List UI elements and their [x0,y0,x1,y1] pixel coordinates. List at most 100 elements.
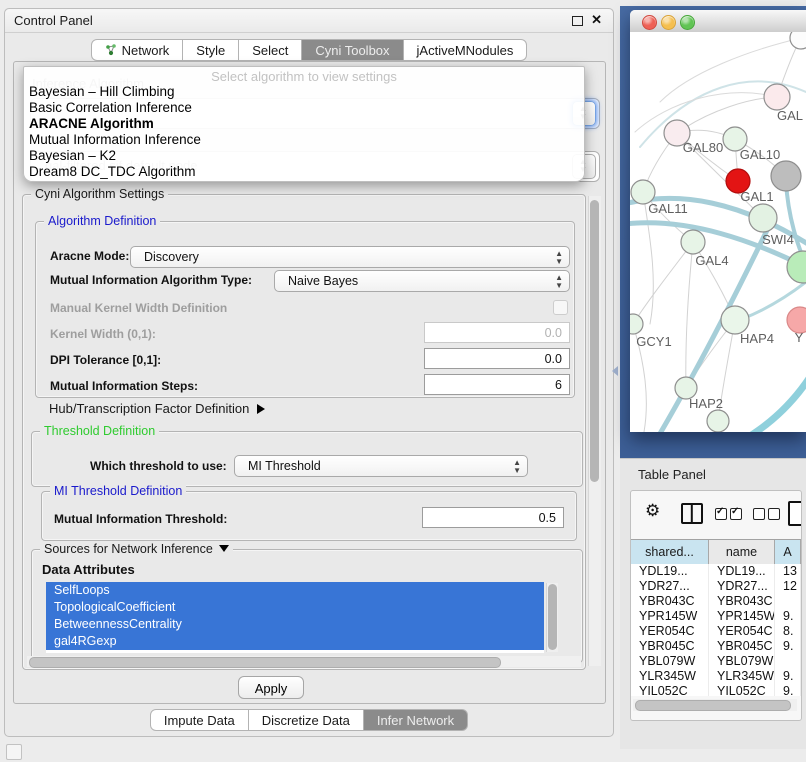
dpi-tolerance-input[interactable] [424,348,570,369]
table-cell: 9. [775,684,801,696]
split-panel-icon[interactable] [681,503,703,524]
network-node[interactable] [749,204,777,232]
network-node[interactable] [681,230,705,254]
mi-threshold-input[interactable] [422,507,564,528]
settings-hscrollbar[interactable] [27,656,581,667]
table-cell: YPR145W [631,609,709,624]
algorithm-option-dream8-dc-tdc-algorithm[interactable]: Dream8 DC_TDC Algorithm [24,164,584,180]
tab-cyni-toolbox[interactable]: Cyni Toolbox [302,39,403,61]
attributes-vscrollbar-thumb[interactable] [548,584,557,650]
tab-jactivemnodules[interactable]: jActiveMNodules [404,39,528,61]
algorithm-option-basic-correlation-inference[interactable]: Basic Correlation Inference [24,100,584,116]
attributes-vscrollbar[interactable] [546,583,558,652]
table-row[interactable]: YBR045CYBR045C9. [631,639,801,654]
network-node[interactable] [787,251,806,283]
select-all-columns-icon[interactable] [715,508,745,523]
tab-infer-network[interactable]: Infer Network [364,709,468,731]
table-hscrollbar-thumb[interactable] [635,700,791,711]
kernel-width-label: Kernel Width (0,1): [50,327,156,341]
network-edge[interactable] [635,93,777,132]
apply-button[interactable]: Apply [238,676,304,699]
hub-definition-toggle[interactable]: Hub/Transcription Factor Definition [49,401,265,416]
sources-title: Sources for Network Inference [40,542,233,556]
tab-network[interactable]: Network [91,39,184,61]
aracne-mode-select[interactable]: Discovery ▲▼ [130,246,570,268]
table-header[interactable]: shared...nameA [631,539,801,565]
network-node[interactable] [771,161,801,191]
node-label-gcy1: GCY1 [636,334,671,349]
mi-algorithm-type-select[interactable]: Naive Bayes ▲▼ [274,270,570,292]
table-row[interactable]: YDL19...YDL19...13 [631,564,801,579]
stepper-arrows-icon: ▲▼ [555,274,563,290]
table-row[interactable]: YPR145WYPR145W9. [631,609,801,624]
network-edge[interactable] [686,242,693,388]
table-cell: YER054C [709,624,775,639]
attribute-item-gal4rgexp[interactable]: gal4RGexp [46,633,544,650]
column-header-a[interactable]: A [775,540,801,564]
table-hscrollbar[interactable] [633,699,797,711]
attribute-item-betweennesscentrality[interactable]: BetweennessCentrality [46,616,544,633]
table-cell: YIL052C [709,684,775,696]
threshold-definition-group: Threshold Definition Which threshold to … [31,431,583,487]
mi-steps-input[interactable] [424,374,570,395]
settings-hscrollbar-thumb[interactable] [29,657,501,668]
settings-vscrollbar-thumb[interactable] [590,200,599,482]
which-threshold-select[interactable]: MI Threshold ▲▼ [234,455,528,477]
column-header-name[interactable]: name [709,540,775,564]
algorithm-option-aracne-algorithm[interactable]: ARACNE Algorithm [24,116,584,132]
table-row[interactable]: YLR345WYLR345W9. [631,669,801,684]
table-row[interactable]: YBR043CYBR043C [631,594,801,609]
table-panel-body: ⚙ shared...nameA YDL19...YDL19...13YDR27… [630,490,802,721]
table-row[interactable]: YBL079WYBL079W [631,654,801,669]
node-label-hap2: HAP2 [689,396,723,411]
network-node[interactable] [707,410,729,432]
network-node[interactable] [721,306,749,334]
minimize-button[interactable] [661,15,676,30]
float-window-icon[interactable] [572,16,583,26]
tab-discretize-data[interactable]: Discretize Data [249,709,364,731]
tab-label: Style [196,43,225,58]
table-cell: YBL079W [709,654,775,669]
data-attributes-list[interactable]: SelfLoopsTopologicalCoefficientBetweenne… [46,582,544,653]
table-row[interactable]: YER054CYER054C8. [631,624,801,639]
tab-select[interactable]: Select [239,39,302,61]
algorithm-option-bayesian-hill-climbing[interactable]: Bayesian – Hill Climbing [24,84,584,100]
tab-style[interactable]: Style [183,39,239,61]
minimized-window-icon[interactable] [6,744,22,760]
settings-gear-icon[interactable]: ⚙ [645,501,660,521]
manual-kernel-checkbox[interactable] [553,300,568,315]
table-rows[interactable]: YDL19...YDL19...13YDR27...YDR27...12YBR0… [631,564,801,696]
tab-impute-data[interactable]: Impute Data [150,709,249,731]
aracne-mode-value: Discovery [144,250,199,264]
kernel-width-input[interactable] [424,322,570,343]
network-window-titlebar[interactable] [630,10,806,33]
panel-title: Control Panel [14,13,93,28]
close-icon[interactable]: ✕ [591,12,602,28]
table-row[interactable]: YDR27...YDR27...12 [631,579,801,594]
network-node[interactable] [764,84,790,110]
node-label-y: Y [795,330,804,345]
node-label-gal10: GAL10 [740,147,780,162]
network-node[interactable] [630,314,643,334]
network-canvas[interactable]: GALGAL80GAL10GAL1GAL11SWI4GAL4GCY1HAP4YH… [630,32,806,432]
algorithm-option-bayesian-k2[interactable]: Bayesian – K2 [24,148,584,164]
tab-label: jActiveMNodules [417,43,514,58]
settings-vscrollbar[interactable] [588,196,601,666]
attribute-item-selfloops[interactable]: SelfLoops [46,582,544,599]
cyni-algorithm-settings-group: Cyni Algorithm Settings Algorithm Defini… [22,194,586,670]
attribute-item-topologicalcoefficient[interactable]: TopologicalCoefficient [46,599,544,616]
table-row[interactable]: YIL052CYIL052C9. [631,684,801,696]
split-divider-arrow-icon[interactable] [612,366,618,376]
node-label-gal80: GAL80 [683,140,723,155]
mi-steps-label: Mutual Information Steps: [50,379,198,393]
create-table-icon[interactable] [788,501,802,526]
zoom-button[interactable] [680,15,695,30]
algorithm-option-mutual-information-inference[interactable]: Mutual Information Inference [24,132,584,148]
close-button[interactable] [642,15,657,30]
network-edge[interactable] [677,97,777,133]
unselect-all-columns-icon[interactable] [753,508,783,523]
network-edge[interactable] [633,242,693,324]
network-view-window: GALGAL80GAL10GAL1GAL11SWI4GAL4GCY1HAP4YH… [630,10,806,432]
column-header-shared[interactable]: shared... [631,540,709,564]
network-node[interactable] [790,32,806,49]
